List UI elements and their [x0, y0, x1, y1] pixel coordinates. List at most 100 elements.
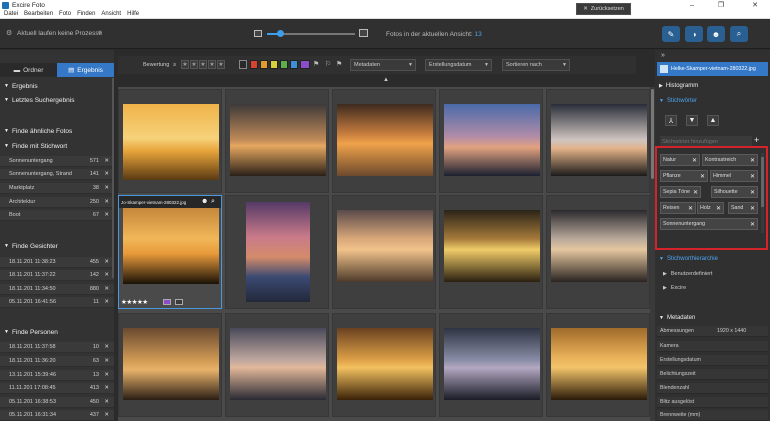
- edit-tool-button[interactable]: ✎: [662, 26, 680, 42]
- keyword-person-button[interactable]: ⅄: [665, 115, 677, 126]
- keyword-tag[interactable]: Reisen ✕: [660, 202, 696, 214]
- remove-tag-icon[interactable]: ✕: [750, 157, 755, 164]
- photo-thumbnail[interactable]: [337, 328, 433, 400]
- person-row[interactable]: 11.11.201 17:08:45 413 ✕: [0, 383, 114, 394]
- remove-icon[interactable]: ✕: [104, 185, 109, 191]
- menu-bearbeiten[interactable]: Bearbeiten: [24, 11, 53, 17]
- face-row[interactable]: 18.11.201 11:34:50 880 ✕: [0, 284, 114, 295]
- remove-tag-icon[interactable]: ✕: [750, 205, 755, 212]
- remove-tag-icon[interactable]: ✕: [693, 189, 698, 196]
- color-filter-none[interactable]: [239, 60, 247, 69]
- minimize-button[interactable]: –: [681, 0, 703, 10]
- collapse-right-icon[interactable]: »: [661, 52, 665, 59]
- close-button[interactable]: ✕: [744, 0, 766, 10]
- photo-tile[interactable]: [332, 89, 436, 193]
- photo-tile[interactable]: [118, 313, 222, 417]
- photo-tile[interactable]: [546, 195, 650, 309]
- person-row[interactable]: 13.11.201 15:39:46 13 ✕: [0, 370, 114, 381]
- photo-thumbnail[interactable]: [551, 104, 647, 176]
- find-similar-icon[interactable]: ⌕: [211, 198, 219, 206]
- color-filter-blue[interactable]: [290, 60, 298, 69]
- keyword-tag[interactable]: Sepia Töne ✕: [660, 186, 701, 198]
- person-row[interactable]: 18.11.201 11:37:58 10 ✕: [0, 342, 114, 353]
- photo-tile[interactable]: [332, 195, 436, 309]
- keyword-tag[interactable]: Sand ✕: [728, 202, 758, 214]
- photo-thumbnail[interactable]: [444, 104, 540, 176]
- tab-ordner[interactable]: ▬ Ordner: [0, 63, 57, 77]
- remove-tag-icon[interactable]: ✕: [700, 173, 705, 180]
- photo-tile[interactable]: [439, 195, 543, 309]
- photo-thumbnail[interactable]: [551, 328, 647, 400]
- search-tool-button[interactable]: ⌕: [730, 26, 748, 42]
- photo-tile[interactable]: [546, 89, 650, 193]
- menu-datei[interactable]: Datei: [4, 11, 18, 17]
- grid-scrollbar-handle[interactable]: [651, 89, 654, 179]
- find-people-icon[interactable]: ☻: [201, 198, 209, 206]
- section-letztes[interactable]: ▼ Letztes Suchergebnis: [0, 93, 114, 107]
- flag-icon[interactable]: [175, 299, 183, 305]
- people-tool-button[interactable]: ☻: [707, 26, 725, 42]
- section-hierarchie[interactable]: ▼ Stichworthierarchie: [657, 253, 768, 265]
- remove-tag-icon[interactable]: ✕: [692, 157, 697, 164]
- photo-tile[interactable]: [439, 313, 543, 417]
- remove-icon[interactable]: ✕: [104, 272, 109, 278]
- keyword-row[interactable]: Marktplatz 38 ✕: [0, 183, 114, 194]
- remove-tag-icon[interactable]: ✕: [750, 221, 755, 228]
- remove-icon[interactable]: ✕: [104, 344, 109, 350]
- face-row[interactable]: 05.11.201 16:41:56 11 ✕: [0, 297, 114, 308]
- star-icon[interactable]: ★: [190, 60, 198, 69]
- color-filter-yellow[interactable]: [270, 60, 278, 69]
- remove-icon[interactable]: ✕: [104, 171, 109, 177]
- photo-thumbnail[interactable]: [444, 328, 540, 400]
- menu-ansicht[interactable]: Ansicht: [101, 11, 121, 17]
- photo-tile[interactable]: [225, 313, 329, 417]
- keyword-tag[interactable]: Natur ✕: [660, 154, 700, 166]
- keyword-tag[interactable]: Sonnenuntergang ✕: [660, 218, 758, 230]
- photo-thumbnail[interactable]: [123, 104, 219, 180]
- remove-icon[interactable]: ✕: [104, 286, 109, 292]
- keyword-row[interactable]: Boot 67 ✕: [0, 210, 114, 221]
- color-label-purple[interactable]: [163, 299, 171, 305]
- remove-tag-icon[interactable]: ✕: [750, 189, 755, 196]
- star-icon[interactable]: ★: [217, 60, 225, 69]
- remove-icon[interactable]: ✕: [104, 385, 109, 391]
- flag-icon[interactable]: ⚑: [313, 60, 321, 69]
- photo-thumbnail[interactable]: [123, 328, 219, 400]
- color-filter-purple[interactable]: [300, 60, 310, 69]
- face-row[interactable]: 18.11.201 11:38:23 455 ✕: [0, 257, 114, 268]
- photo-tile[interactable]: [225, 195, 329, 309]
- tree-item-excire[interactable]: ▶ Excire: [657, 282, 768, 294]
- remove-tag-icon[interactable]: ✕: [750, 173, 755, 180]
- tab-ergebnis[interactable]: ▤ Ergebnis: [57, 63, 114, 77]
- keyword-tag[interactable]: Holz ✕: [697, 202, 724, 214]
- color-filter-orange[interactable]: [260, 60, 268, 69]
- photo-thumbnail[interactable]: [230, 104, 326, 176]
- photo-thumbnail[interactable]: [337, 210, 433, 282]
- color-tool-button[interactable]: ◑: [685, 26, 703, 42]
- photo-thumbnail[interactable]: [246, 202, 310, 302]
- photo-tile[interactable]: [332, 313, 436, 417]
- photo-tile[interactable]: [546, 313, 650, 417]
- flag-none-icon[interactable]: ⚑: [336, 60, 344, 69]
- rating-filter[interactable]: ★ ★ ★ ★ ★: [181, 59, 226, 70]
- collapse-left-icon[interactable]: «: [98, 29, 102, 36]
- color-filter-green[interactable]: [280, 60, 288, 69]
- star-icon[interactable]: ★: [208, 60, 216, 69]
- photo-thumbnail[interactable]: [123, 208, 219, 284]
- remove-icon[interactable]: ✕: [104, 299, 109, 305]
- menu-foto[interactable]: Foto: [59, 11, 71, 17]
- keyword-export-button[interactable]: ▲: [707, 115, 719, 126]
- zoom-slider-handle[interactable]: [277, 30, 285, 37]
- menu-finden[interactable]: Finden: [77, 11, 95, 17]
- keyword-row[interactable]: Sonnenuntergang, Strand 141 ✕: [0, 169, 114, 180]
- keyword-import-button[interactable]: ▼: [686, 115, 698, 126]
- photo-thumbnail[interactable]: [230, 328, 326, 400]
- keyword-row[interactable]: Sonnenuntergang 571 ✕: [0, 156, 114, 167]
- zoom-small-icon[interactable]: [254, 30, 262, 37]
- star-icon[interactable]: ★: [181, 60, 189, 69]
- photo-thumbnail[interactable]: [444, 210, 540, 282]
- section-metadaten[interactable]: ▼ Metadaten: [657, 312, 768, 324]
- photo-tile[interactable]: Jo-Skamper-vietnam-280322.jpg ☻ ⌕ ★★★★★: [118, 195, 222, 309]
- person-row[interactable]: 05.11.201 16:38:53 450 ✕: [0, 397, 114, 408]
- remove-icon[interactable]: ✕: [104, 158, 109, 164]
